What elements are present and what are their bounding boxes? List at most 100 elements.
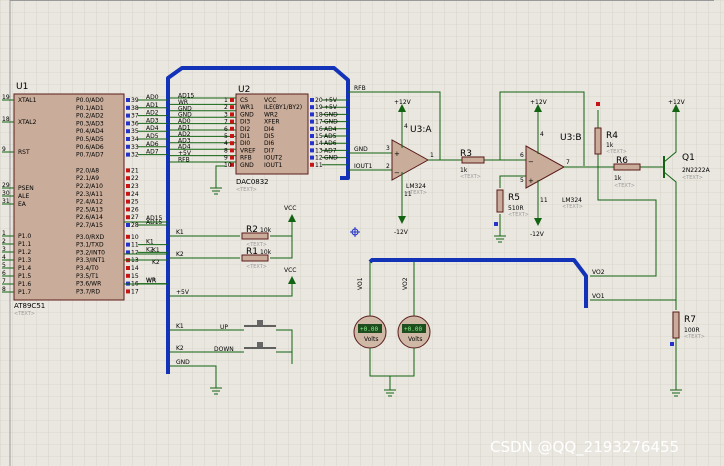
pin-state <box>126 168 130 173</box>
pin-name: P1.1 <box>18 241 31 248</box>
u3b-pin-minus: 6 <box>520 152 524 159</box>
u2-pin-name: DI0 <box>240 140 250 147</box>
u2-pin-state <box>310 126 314 131</box>
u2-pin-state <box>310 162 314 167</box>
pin-number: 18 <box>2 116 10 123</box>
vo1-net-label: VO1 <box>592 293 605 300</box>
pin-number: 22 <box>131 175 139 182</box>
plus5v-net-label: +5V <box>176 289 190 296</box>
pin-number: 17 <box>131 288 139 295</box>
r3-ref: R3 <box>460 149 472 159</box>
u3a-ref: U3:A <box>410 125 432 135</box>
pin-number: 10 <box>131 234 139 241</box>
u3b-pin-v: 4 <box>540 131 544 138</box>
iout1-net-label: IOUT1 <box>354 163 373 170</box>
r6-text-tag: <TEXT> <box>614 183 635 189</box>
u2-pin-name: DI1 <box>240 133 250 140</box>
pin-number: 24 <box>131 191 139 198</box>
pin-name: P1.0 <box>18 233 31 240</box>
r1-ref: R1 <box>246 247 258 257</box>
u2-pin-number: 18 <box>315 111 323 118</box>
u2-pin-net: GND <box>324 119 338 126</box>
u2-pin-net: GND <box>324 111 338 118</box>
vcc-label-1: VCC <box>284 205 296 212</box>
pin-state <box>126 242 130 247</box>
r1-text-tag: <TEXT> <box>246 264 267 270</box>
voltmeter-vo1[interactable]: +0.00 Volts <box>353 315 387 349</box>
u3b-text-tag: <TEXT> <box>562 204 583 210</box>
pin-number: 28 <box>131 222 139 229</box>
pin-number: 29 <box>2 182 10 189</box>
pin-number: 6 <box>2 270 6 277</box>
r5-resistor[interactable] <box>496 189 504 213</box>
pin-name: P3.3/INT1 <box>76 257 105 264</box>
u3a-minus-sign: − <box>394 169 400 177</box>
k2-mcu-label: K2 <box>152 259 160 266</box>
pin-name: ALE <box>18 193 29 200</box>
pin-name: P3.4/T0 <box>76 265 99 272</box>
pin-net: AD0 <box>146 94 159 101</box>
pin-name: RST <box>18 149 30 156</box>
pin-net: AD3 <box>146 117 159 124</box>
pin-name: P2.3/A11 <box>76 191 103 198</box>
pin-name: P0.6/AD6 <box>76 144 104 151</box>
u2-pin-number: 3 <box>224 111 228 118</box>
u2-pin-number: 4 <box>224 140 228 147</box>
voltmeter-vo2[interactable]: +0.00 Volts <box>397 315 431 349</box>
r2-ref: R2 <box>246 225 258 235</box>
pin-name: P3.1/TXD <box>76 242 104 249</box>
u3a-plus-sign: + <box>394 150 400 158</box>
pin-state <box>126 207 130 212</box>
pin-state <box>126 105 130 110</box>
pin-name: P3.7/RD <box>76 288 100 295</box>
u2-pin-state <box>310 105 314 110</box>
schematic-canvas[interactable]: U1 19 XTAL118 XTAL29 RST29 PSEN30 ALE31 EA1 P1.… <box>0 0 724 466</box>
pin-state <box>126 266 130 270</box>
pin-name: P1.2 <box>18 249 31 256</box>
u2-pin-state <box>310 134 314 138</box>
pin-state <box>126 199 130 204</box>
ad15-net-label: AD15 <box>146 215 163 222</box>
u2-pin-state <box>230 126 234 131</box>
u2-pin-name: WR1 <box>240 104 254 111</box>
pin-name: EA <box>18 201 27 208</box>
pin-net: K1 <box>146 239 154 246</box>
u2-pin-number: 14 <box>315 140 323 147</box>
u3b-minus-sign: − <box>528 158 534 166</box>
pin-name: P2.7/A15 <box>76 222 103 229</box>
pin-number: 4 <box>2 254 6 261</box>
pin-state <box>126 144 130 149</box>
pin-number: 12 <box>131 249 139 256</box>
u2-pin-number: 19 <box>315 104 323 111</box>
u2-pin-state <box>230 155 234 160</box>
r1-value: 10k <box>260 249 272 256</box>
r7-ref: R7 <box>684 315 696 325</box>
meter-unit: Volts <box>364 336 378 343</box>
pin-name: P1.5 <box>18 273 31 280</box>
u2-pin-name: XFER <box>264 119 280 126</box>
u1-text-tag: <TEXT> <box>14 311 35 317</box>
pin-net: AD6 <box>146 141 159 148</box>
r7-resistor[interactable] <box>672 311 680 339</box>
r4-resistor[interactable] <box>594 127 602 155</box>
u2-pin-number: 6 <box>224 126 228 133</box>
meter-reading: +0.00 <box>404 326 422 333</box>
watermark: CSDN @QQ_2193276455 <box>490 438 679 457</box>
pin-name: P2.5/A13 <box>76 206 103 213</box>
pin-number: 37 <box>131 113 139 120</box>
pin-number: 30 <box>2 190 10 197</box>
u2-pin-name: CS <box>240 97 248 104</box>
pin-number: 14 <box>131 265 139 272</box>
u2-pin-name: GND <box>240 162 254 169</box>
pin-number: 13 <box>131 257 139 264</box>
u2-pin-name: DI4 <box>264 126 274 133</box>
u3a-vpos-label: +12V <box>394 99 412 106</box>
r6-value: 1k <box>614 175 622 182</box>
pin-number: 19 <box>2 94 10 101</box>
r6-ref: R6 <box>616 156 628 166</box>
pin-net: AD2 <box>146 110 159 117</box>
r7-value: 100R <box>684 327 700 334</box>
pin-state <box>126 289 130 294</box>
u2-pin-number: 1 <box>224 97 228 104</box>
u2-pin-number: 13 <box>315 147 323 154</box>
